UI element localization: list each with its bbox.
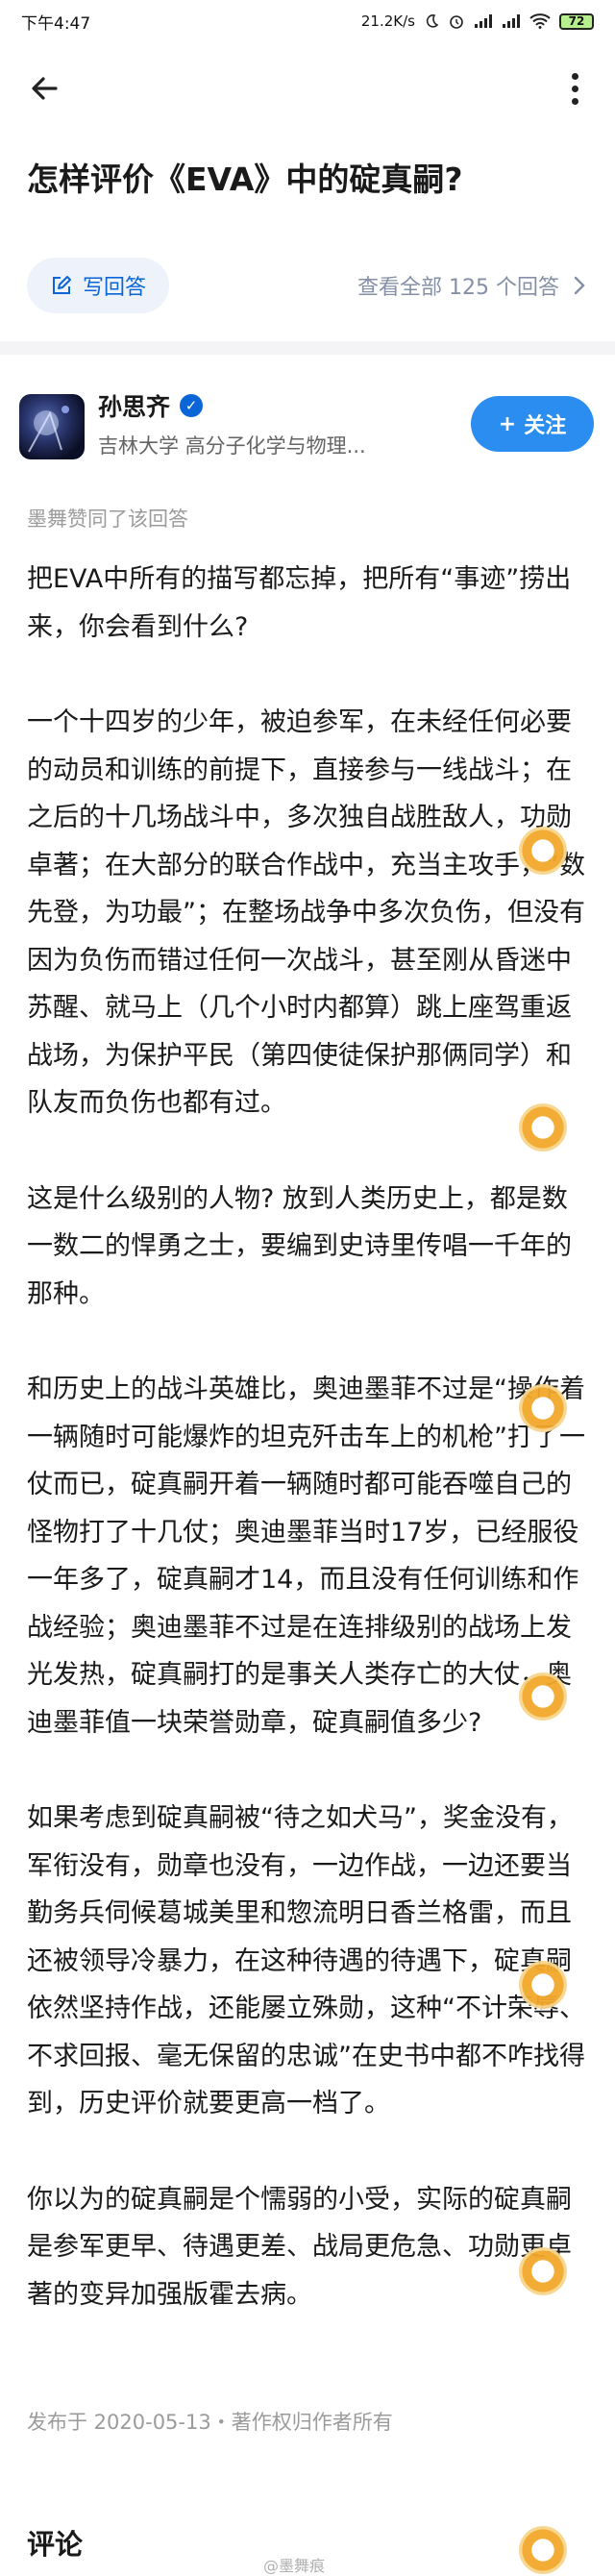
answer-paragraph: 如果考虑到碇真嗣被“待之如犬马”，奖金没有，军衔没有，勋章也没有，一边作战，一边…	[27, 1803, 585, 2118]
wifi-icon	[529, 13, 551, 29]
floating-orb-icon	[519, 2526, 567, 2574]
more-vertical-icon	[571, 97, 578, 105]
signal-icon	[475, 14, 492, 28]
more-vertical-icon	[571, 85, 578, 92]
watermark: @墨舞痕	[263, 2557, 326, 2575]
write-answer-button[interactable]: 写回答	[27, 258, 170, 313]
battery-icon: 72	[559, 12, 594, 30]
arrow-left-icon	[32, 77, 58, 100]
status-icons: 21.2K/s 72	[361, 12, 594, 30]
floating-orb-icon	[519, 827, 567, 875]
more-button[interactable]	[554, 67, 596, 110]
answer-paragraph: 你以为的碇真嗣是个懦弱的小受，实际的碇真嗣是参军更早、待遇更差、战局更危急、功勋…	[27, 2184, 572, 2310]
author-name-text: 孙思齐	[98, 393, 171, 421]
author-avatar[interactable]	[19, 394, 85, 459]
more-vertical-icon	[571, 72, 578, 80]
top-bar	[0, 50, 615, 127]
view-all-answers-link[interactable]: 查看全部 125 个回答	[357, 258, 586, 313]
floating-orb-icon	[519, 1384, 567, 1432]
follow-button[interactable]: + 关注	[471, 396, 594, 452]
verified-badge-icon: ✓	[180, 394, 204, 417]
alarm-icon	[450, 15, 463, 29]
floating-orb-icon	[519, 1103, 567, 1152]
answer-content[interactable]: 把EVA中所有的描写都忘掉，把所有“事迹”捞出来，你会看到什么? 一个十四岁的少…	[27, 556, 588, 2366]
status-time: 下午4:47	[21, 13, 91, 34]
section-divider	[0, 341, 615, 355]
plus-icon: +	[498, 411, 517, 436]
answer-paragraph: 把EVA中所有的描写都忘掉，把所有“事迹”捞出来，你会看到什么?	[27, 564, 572, 642]
network-speed: 21.2K/s	[360, 12, 415, 30]
back-button[interactable]	[23, 67, 65, 110]
answer-paragraph: 一个十四岁的少年，被迫参军，在未经任何必要的动员和训练的前提下，直接参与一线战斗…	[27, 707, 585, 1118]
write-answer-label: 写回答	[83, 276, 147, 300]
view-all-label: 查看全部 125 个回答	[357, 276, 559, 300]
avatar-image	[28, 406, 69, 453]
floating-orb-icon	[519, 1961, 567, 2009]
author-name[interactable]: 孙思齐 ✓	[98, 388, 204, 423]
chevron-right-icon	[574, 276, 585, 295]
question-title[interactable]: 怎样评价《EVA》中的碇真嗣?	[27, 156, 594, 204]
answer-paragraph: 这是什么级别的人物? 放到人类历史上，都是数一数二的悍勇之士，要编到史诗里传唱一…	[27, 1183, 572, 1309]
floating-orb-icon	[519, 1672, 567, 1721]
moon-icon	[426, 14, 439, 28]
answer-paragraph: 和历史上的战斗英雄比，奥迪墨菲不过是“操作着一辆随时可能爆炸的坦克歼击车上的机枪…	[27, 1375, 585, 1738]
author-description: 吉林大学 高分子化学与物理...	[98, 434, 366, 458]
liked-by-notice: 墨舞赞同了该回答	[27, 508, 188, 531]
floating-orb-icon	[519, 2247, 567, 2295]
status-bar: 下午4:47 21.2K/s 72	[0, 0, 615, 42]
signal-icon	[503, 14, 520, 28]
publish-info: 发布于 2020-05-13・著作权归作者所有	[27, 2411, 393, 2434]
comments-heading[interactable]: 评论	[27, 2522, 83, 2563]
follow-label: 关注	[524, 414, 567, 438]
edit-icon	[53, 276, 71, 294]
